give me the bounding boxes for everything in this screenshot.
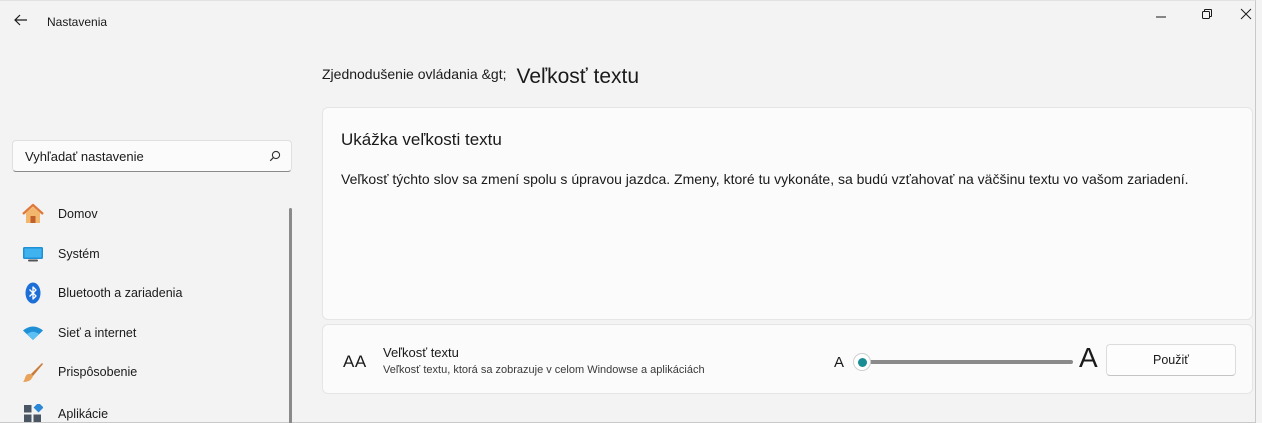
sidebar-item-home[interactable]: Domov: [16, 197, 286, 231]
sidebar-item-label: Aplikácie: [58, 407, 109, 421]
sidebar-item-network[interactable]: Sieť a internet: [16, 316, 286, 350]
sidebar-item-bluetooth[interactable]: Bluetooth a zariadenia: [16, 276, 286, 310]
app-title: Nastavenia: [47, 15, 108, 29]
settings-window: Nastavenia Vyhľadať nastavenie Domov Sys…: [0, 0, 1256, 423]
back-arrow-icon: [14, 14, 27, 26]
text-size-slider[interactable]: [853, 353, 1073, 371]
text-size-icon: AA: [343, 352, 367, 371]
setting-title: Veľkosť textu: [383, 345, 459, 360]
sidebar-item-label: Prispôsobenie: [58, 365, 138, 379]
sidebar-item-label: Bluetooth a zariadenia: [58, 286, 183, 300]
bluetooth-icon: [16, 282, 50, 304]
sidebar-item-apps[interactable]: Aplikácie: [16, 397, 286, 423]
preview-text: Veľkosť týchto slov sa zmení spolu s úpr…: [341, 171, 1189, 187]
slider-track: [857, 360, 1073, 364]
setting-description: Veľkosť textu, ktorá sa zobrazuje v celo…: [383, 364, 705, 376]
apply-button[interactable]: Použiť: [1106, 344, 1236, 376]
sidebar-scrollbar[interactable]: [289, 208, 292, 423]
breadcrumb: Zjednodušenie ovládania &gt; Veľkosť tex…: [322, 61, 639, 88]
text-size-card: AA Veľkosť textu Veľkosť textu, ktorá sa…: [322, 324, 1253, 394]
restore-button[interactable]: [1187, 3, 1227, 25]
home-icon: [16, 203, 50, 225]
brush-icon: [16, 361, 50, 383]
slider-thumb[interactable]: [853, 353, 871, 371]
search-input[interactable]: [25, 148, 269, 164]
apps-icon: [16, 404, 50, 423]
system-icon: [16, 246, 50, 262]
restore-icon: [1202, 9, 1212, 19]
slider-min-label: A: [834, 354, 845, 371]
minimize-icon: [1156, 16, 1166, 18]
breadcrumb-parent[interactable]: Zjednodušenie ovládania &gt;: [322, 66, 506, 82]
title-bar: Nastavenia: [0, 1, 1255, 41]
sidebar-item-label: Domov: [58, 207, 98, 221]
close-icon: [1240, 8, 1252, 20]
minimize-button[interactable]: [1141, 3, 1181, 25]
sidebar-item-label: Systém: [58, 247, 100, 261]
close-button[interactable]: [1233, 3, 1259, 25]
wifi-icon: [16, 325, 50, 341]
page-title: Veľkosť textu: [516, 65, 640, 88]
sidebar-item-label: Sieť a internet: [58, 326, 137, 340]
search-icon[interactable]: [269, 150, 281, 162]
search-box[interactable]: [12, 140, 292, 172]
slider-max-label: A: [1079, 342, 1098, 373]
sidebar-item-personalization[interactable]: Prispôsobenie: [16, 355, 286, 389]
sidebar-item-system[interactable]: Systém: [16, 237, 286, 271]
preview-title: Ukážka veľkosti textu: [341, 130, 502, 149]
back-button[interactable]: [8, 9, 34, 31]
text-preview-card: Ukážka veľkosti textu Veľkosť týchto slo…: [322, 107, 1253, 320]
